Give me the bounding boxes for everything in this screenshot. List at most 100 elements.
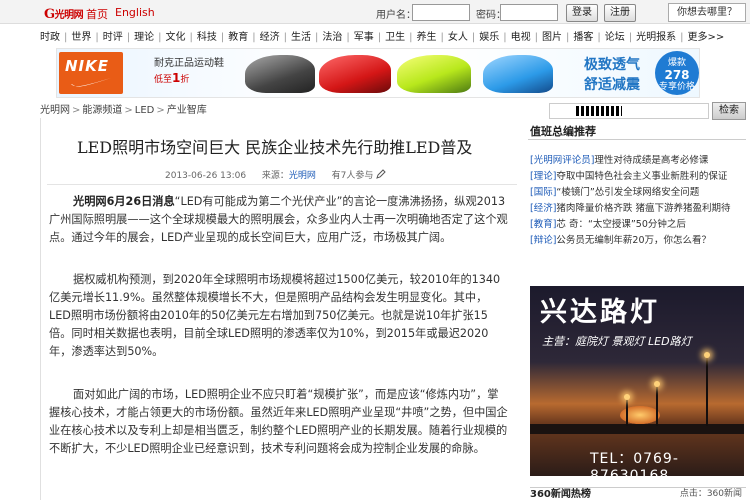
nav-separator: | [377,32,382,43]
sidebar-divider [528,139,746,140]
recommended-item[interactable]: [国际]“棱镜门”怂引发全球网络安全问题 [530,185,748,201]
nav-item[interactable]: 论坛 [605,32,625,43]
lamp-post-icon [626,396,628,426]
nav-item[interactable]: 养生 [417,32,437,43]
login-button[interactable]: 登录 [566,4,598,22]
recommended-item-text[interactable]: “棱镜门”怂引发全球网络安全问题 [556,187,699,198]
promo-suffix: 折 [180,75,190,85]
streetlight-ad[interactable]: 兴达路灯 主营：庭院灯 景观灯 LED路灯 TEL：0769-87630168 [530,286,744,476]
search-button[interactable]: 检索 [712,102,746,120]
home-link[interactable]: 首页 [86,6,108,22]
recommended-item-text[interactable]: 夺取中国特色社会主义事业新胜利的保证 [556,171,727,182]
recommended-item-text[interactable]: 猪肉降量价格齐跌 猪瘟下游养猪盈利期待 [556,203,730,214]
sale-label: 爆款 [667,58,686,68]
nav-item[interactable]: 更多>> [688,32,725,43]
nav-separator: | [534,32,538,43]
recommended-item-tag[interactable]: [教育] [530,219,556,230]
register-button[interactable]: 注册 [604,4,636,22]
recommended-item[interactable]: [理论]夺取中国特色社会主义事业新胜利的保证 [530,169,748,185]
recommended-item-tag[interactable]: [经济] [530,203,556,214]
nav-separator: | [503,32,507,43]
nav-item[interactable]: 娱乐 [479,32,499,43]
pier-image [530,424,744,434]
gray-shoe-image [245,55,315,93]
nav-item[interactable]: 光明报系 [636,32,676,43]
nav-separator: | [220,32,225,43]
nav-item[interactable]: 时政 [40,32,60,43]
nav-separator: | [597,32,601,43]
article-paragraph-1: 光明网6月26日消息“LED有可能成为第二个光伏产业”的言论一度沸沸扬扬，纵观2… [49,193,509,247]
nav-separator: | [315,32,319,43]
where-to-go-label: 你想去哪里？ [677,7,737,18]
recommended-item-tag[interactable]: [国际] [530,187,556,198]
where-to-go-dropdown[interactable]: 你想去哪里？ [668,3,746,22]
recommended-item[interactable]: [光明网评论员]理性对待成绩是高考必修课 [530,153,748,169]
english-link[interactable]: English [115,6,155,19]
recommended-item[interactable]: [教育]芯 奇：“太空授课”50分钟之后 [530,217,748,233]
hot-news-title: 360新闻热榜 [530,489,591,500]
nav-item[interactable]: 文化 [166,32,186,43]
search-input[interactable] [549,103,709,119]
nav-item[interactable]: 播客 [573,32,593,43]
nav-item[interactable]: 卫生 [385,32,405,43]
breadcrumb-item[interactable]: LED [135,105,155,116]
nav-item[interactable]: 图片 [542,32,562,43]
nav-item[interactable]: 生活 [291,32,311,43]
nav-separator: | [409,32,413,43]
ad-subtitle: 主营：庭院灯 景观灯 LED路灯 [542,335,692,348]
username-label: 用户名： [376,10,416,21]
username-input[interactable] [412,4,470,21]
nav-item[interactable]: 理论 [134,32,154,43]
nike-banner-ad[interactable]: NIKE 耐克正品运动鞋 低至1折 极致透气 舒适减震 爆款 278 专享价格 [56,48,700,98]
breadcrumb-item[interactable]: 产业智库 [167,105,207,116]
lamp-glow-icon [624,394,630,400]
sale-badge: 爆款 278 专享价格 [655,51,699,95]
ad-title: 兴达路灯 [540,297,660,328]
nav-item[interactable]: 电视 [511,32,531,43]
search-input-placeholder [576,106,622,116]
nav-item[interactable]: 时评 [103,32,123,43]
nav-item[interactable]: 法治 [322,32,342,43]
nike-swoosh-icon [71,78,111,87]
recommended-item[interactable]: [经济]猪肉降量价格齐跌 猪瘟下游养猪盈利期待 [530,201,748,217]
breadcrumb-separator: > [72,105,81,116]
nav-item[interactable]: 军事 [354,32,374,43]
article-date: 2013-06-26 13:06 [165,171,247,181]
hot-news-header: 360新闻热榜 点击：360新闻 [530,487,746,500]
nav-item[interactable]: 经济 [260,32,280,43]
nav-separator: | [566,32,570,43]
recommended-item-tag[interactable]: [光明网评论员] [530,155,594,166]
nav-separator: | [126,32,131,43]
pencil-icon[interactable] [376,169,386,179]
recommended-item[interactable]: [辩论]公务员无编制年薪20万，你怎么看？ [530,233,748,249]
breadcrumb: 光明网 > 能源频道 > LED > 产业智库 [40,101,207,116]
nav-separator: | [680,32,684,43]
recommended-item-text[interactable]: 公务员无编制年薪20万，你怎么看？ [556,235,711,246]
nav-separator: | [283,32,287,43]
nav-item[interactable]: 女人 [448,32,468,43]
nav-item[interactable]: 教育 [228,32,248,43]
nav-separator: | [64,32,68,43]
nav-separator: | [95,32,99,43]
red-shoe-image [319,55,391,93]
password-input[interactable] [500,4,558,21]
recommended-item-text[interactable]: 理性对待成绩是高考必修课 [594,155,708,166]
blue-shoe-image [483,55,553,93]
nav-item[interactable]: 科技 [197,32,217,43]
promo-prefix: 低至 [154,75,173,85]
sidebar-title: 值班总编推荐 [530,125,596,138]
nike-brand-text: NIKE [65,57,110,75]
site-logo[interactable]: G光明网 [44,6,84,22]
nav-item[interactable]: 世界 [71,32,91,43]
banner-slogan-1: 极致透气 [584,57,640,73]
breadcrumb-item[interactable]: 光明网 [40,105,70,116]
recommended-item-tag[interactable]: [辩论] [530,235,556,246]
breadcrumb-item[interactable]: 能源频道 [82,105,122,116]
logo-mark: G [44,7,55,22]
nav-separator: | [440,32,444,43]
article-source-link[interactable]: 光明网 [289,171,316,181]
participants-count[interactable]: 有7人参与 [332,171,374,181]
recommended-item-tag[interactable]: [理论] [530,171,556,182]
hot-news-link[interactable]: 点击：360新闻 [680,488,742,501]
recommended-item-text[interactable]: 芯 奇：“太空授课”50分钟之后 [556,219,685,230]
